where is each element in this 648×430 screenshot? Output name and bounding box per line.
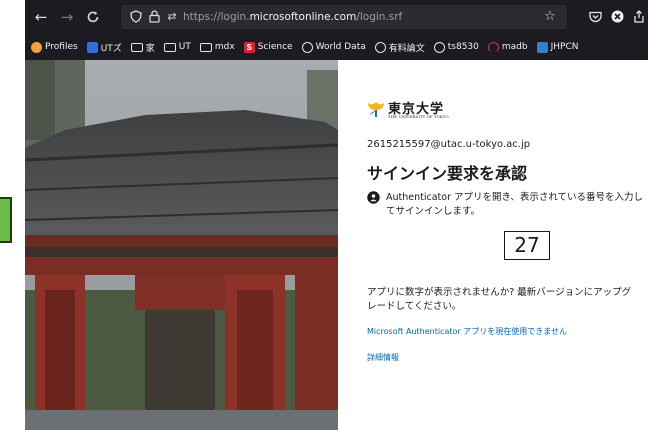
- shield-icon[interactable]: [127, 7, 145, 27]
- bookmark-label: Profiles: [45, 42, 78, 52]
- bookmark-label: JHPCN: [550, 42, 579, 52]
- bookmark-label: mdx: [214, 42, 235, 52]
- bookmark-label: UTズ: [100, 43, 122, 54]
- lock-icon[interactable]: [145, 7, 163, 27]
- permissions-icon[interactable]: ⇄: [163, 7, 181, 27]
- account-email: 2615215597@utac.u-tokyo.ac.jp: [367, 139, 531, 150]
- bookmark-label: ts8530: [447, 42, 479, 52]
- forward-button[interactable]: →: [57, 7, 77, 27]
- bookmark-folder-mdx[interactable]: mdx: [199, 42, 235, 52]
- bookmark-label: UT: [178, 42, 191, 52]
- more-info-link[interactable]: 詳細情報: [367, 352, 399, 363]
- bookmark-science[interactable]: S Science: [243, 41, 293, 53]
- folder-icon: [163, 42, 176, 52]
- ginkgo-leaf-icon: [368, 102, 384, 117]
- upgrade-hint-text: アプリに数字が表示されませんか? 最新バージョンにアップグレードしてください。: [367, 287, 632, 312]
- app-icon: [86, 41, 98, 53]
- globe-icon: [433, 41, 445, 53]
- bookmark-utz[interactable]: UTズ: [86, 41, 122, 54]
- university-logo: 東京大学 THE UNIVERSITY OF TOKYO: [366, 98, 486, 122]
- browser-window: ← → ⇄ https://login.microsoftonline.com/…: [25, 0, 648, 430]
- cant-use-authenticator-link[interactable]: Microsoft Authenticator アプリを現在使用できません: [367, 326, 567, 337]
- bookmark-label: madb: [501, 42, 528, 52]
- bookmark-folder-home[interactable]: 家: [130, 41, 155, 54]
- bookmark-world-data[interactable]: World Data: [301, 41, 366, 53]
- profiles-icon: [31, 41, 42, 53]
- bookmark-paid-papers[interactable]: 有料論文: [374, 41, 425, 54]
- back-button[interactable]: ←: [31, 7, 51, 27]
- bookmark-profiles[interactable]: Profiles: [31, 41, 78, 53]
- pocket-icon[interactable]: [585, 7, 605, 27]
- bookmark-star-icon[interactable]: ☆: [541, 7, 559, 27]
- bookmarks-bar: Profiles UTズ 家 UT mdx S Science World Da…: [25, 34, 648, 60]
- globe-icon: [301, 41, 313, 53]
- globe-icon: [374, 41, 386, 53]
- bookmark-ts8530[interactable]: ts8530: [433, 41, 479, 53]
- s-logo-icon: S: [243, 41, 255, 53]
- screenshot: ← → ⇄ https://login.microsoftonline.com/…: [0, 0, 648, 430]
- green-side-panel: [0, 197, 12, 243]
- bookmark-folder-ut[interactable]: UT: [163, 42, 191, 52]
- approval-number: 27: [504, 231, 550, 260]
- reload-button[interactable]: [83, 7, 103, 27]
- bookmark-label: World Data: [315, 42, 366, 52]
- page-title: サインイン要求を承認: [367, 164, 528, 183]
- authenticator-lock-icon: [367, 191, 380, 204]
- background-photo: [25, 60, 338, 430]
- madb-icon: [487, 41, 499, 53]
- jhpcn-icon: [536, 41, 548, 53]
- share-icon[interactable]: [629, 7, 648, 27]
- bookmark-madb[interactable]: madb: [487, 41, 528, 53]
- extension-icon[interactable]: [607, 7, 627, 27]
- folder-icon: [130, 42, 143, 52]
- bookmark-label: 有料論文: [388, 43, 425, 54]
- logo-english-text: THE UNIVERSITY OF TOKYO: [388, 114, 449, 119]
- signin-panel: 東京大学 THE UNIVERSITY OF TOKYO 2615215597@…: [338, 60, 648, 430]
- page-content: 東京大学 THE UNIVERSITY OF TOKYO 2615215597@…: [25, 60, 648, 430]
- folder-icon: [199, 42, 212, 52]
- url-text[interactable]: https://login.microsoftonline.com/login.…: [183, 5, 402, 29]
- address-bar[interactable]: ⇄ https://login.microsoftonline.com/logi…: [121, 5, 567, 29]
- bookmark-label: Science: [257, 42, 293, 52]
- reload-icon: [87, 11, 99, 23]
- bookmark-jhpcn[interactable]: JHPCN: [536, 41, 579, 53]
- bookmark-label: 家: [145, 43, 155, 54]
- instruction-text: Authenticator アプリを開き、表示されている番号を入力してサインイン…: [386, 192, 644, 217]
- browser-toolbar: ← → ⇄ https://login.microsoftonline.com/…: [25, 0, 648, 34]
